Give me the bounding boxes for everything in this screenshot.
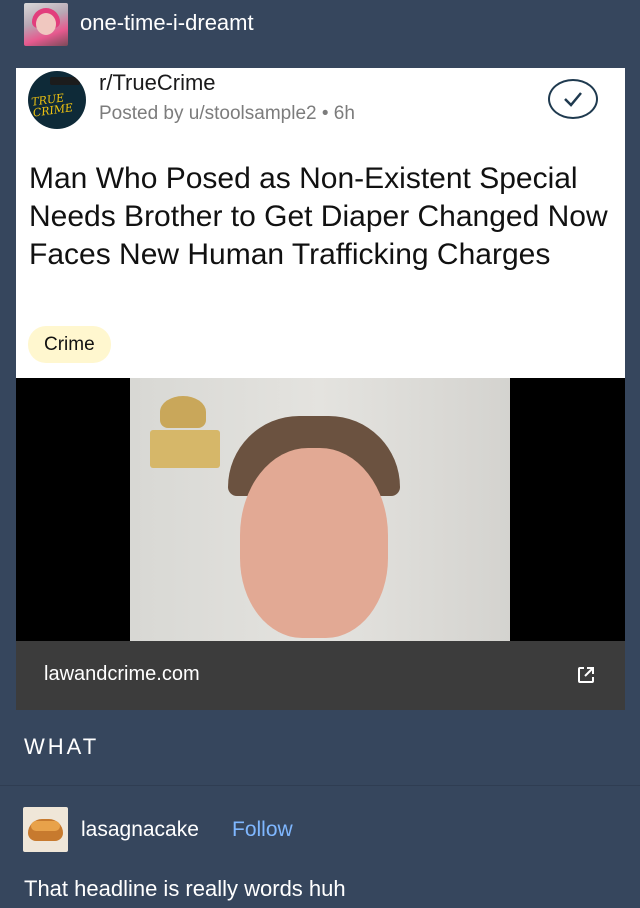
external-link-icon[interactable]	[576, 665, 596, 685]
post-flair[interactable]: Crime	[28, 326, 111, 363]
joined-check-button[interactable]	[548, 79, 598, 119]
bread-crust-shape	[31, 821, 60, 831]
blog-name[interactable]: one-time-i-dreamt	[80, 10, 254, 36]
blog-avatar[interactable]	[24, 3, 68, 46]
post-header: one-time-i-dreamt	[0, 0, 640, 68]
post-headline: Man Who Posed as Non-Existent Special Ne…	[29, 162, 608, 271]
reblog-divider	[0, 785, 640, 786]
reddit-screenshot-card: TRUE CRIME r/TrueCrime Posted by u/stool…	[16, 68, 625, 710]
checkmark-icon	[564, 92, 582, 107]
subreddit-logo-text: TRUE CRIME	[30, 91, 74, 120]
reblogger-username[interactable]: lasagnacake	[81, 818, 199, 842]
link-preview-bar[interactable]: lawandcrime.com	[16, 641, 625, 710]
reply-text: WHAT	[24, 734, 100, 759]
avatar-face-shape	[36, 13, 56, 35]
subreddit-logo: TRUE CRIME	[28, 71, 86, 129]
louisiana-state-police-badge	[150, 430, 220, 468]
link-domain[interactable]: lawandcrime.com	[44, 663, 200, 686]
posted-by: Posted by u/stoolsample2 • 6h	[99, 103, 355, 124]
person-face-shape	[240, 448, 388, 638]
subreddit-name[interactable]: r/TrueCrime	[99, 70, 216, 96]
badge-emblem	[160, 396, 206, 428]
follow-button[interactable]: Follow	[232, 818, 293, 842]
mugshot-photo	[130, 378, 510, 641]
reblog-comment: That headline is really words huh	[24, 876, 346, 901]
gun-icon	[50, 77, 80, 85]
post-media[interactable]	[16, 378, 625, 641]
reblogger-avatar[interactable]	[23, 807, 68, 852]
